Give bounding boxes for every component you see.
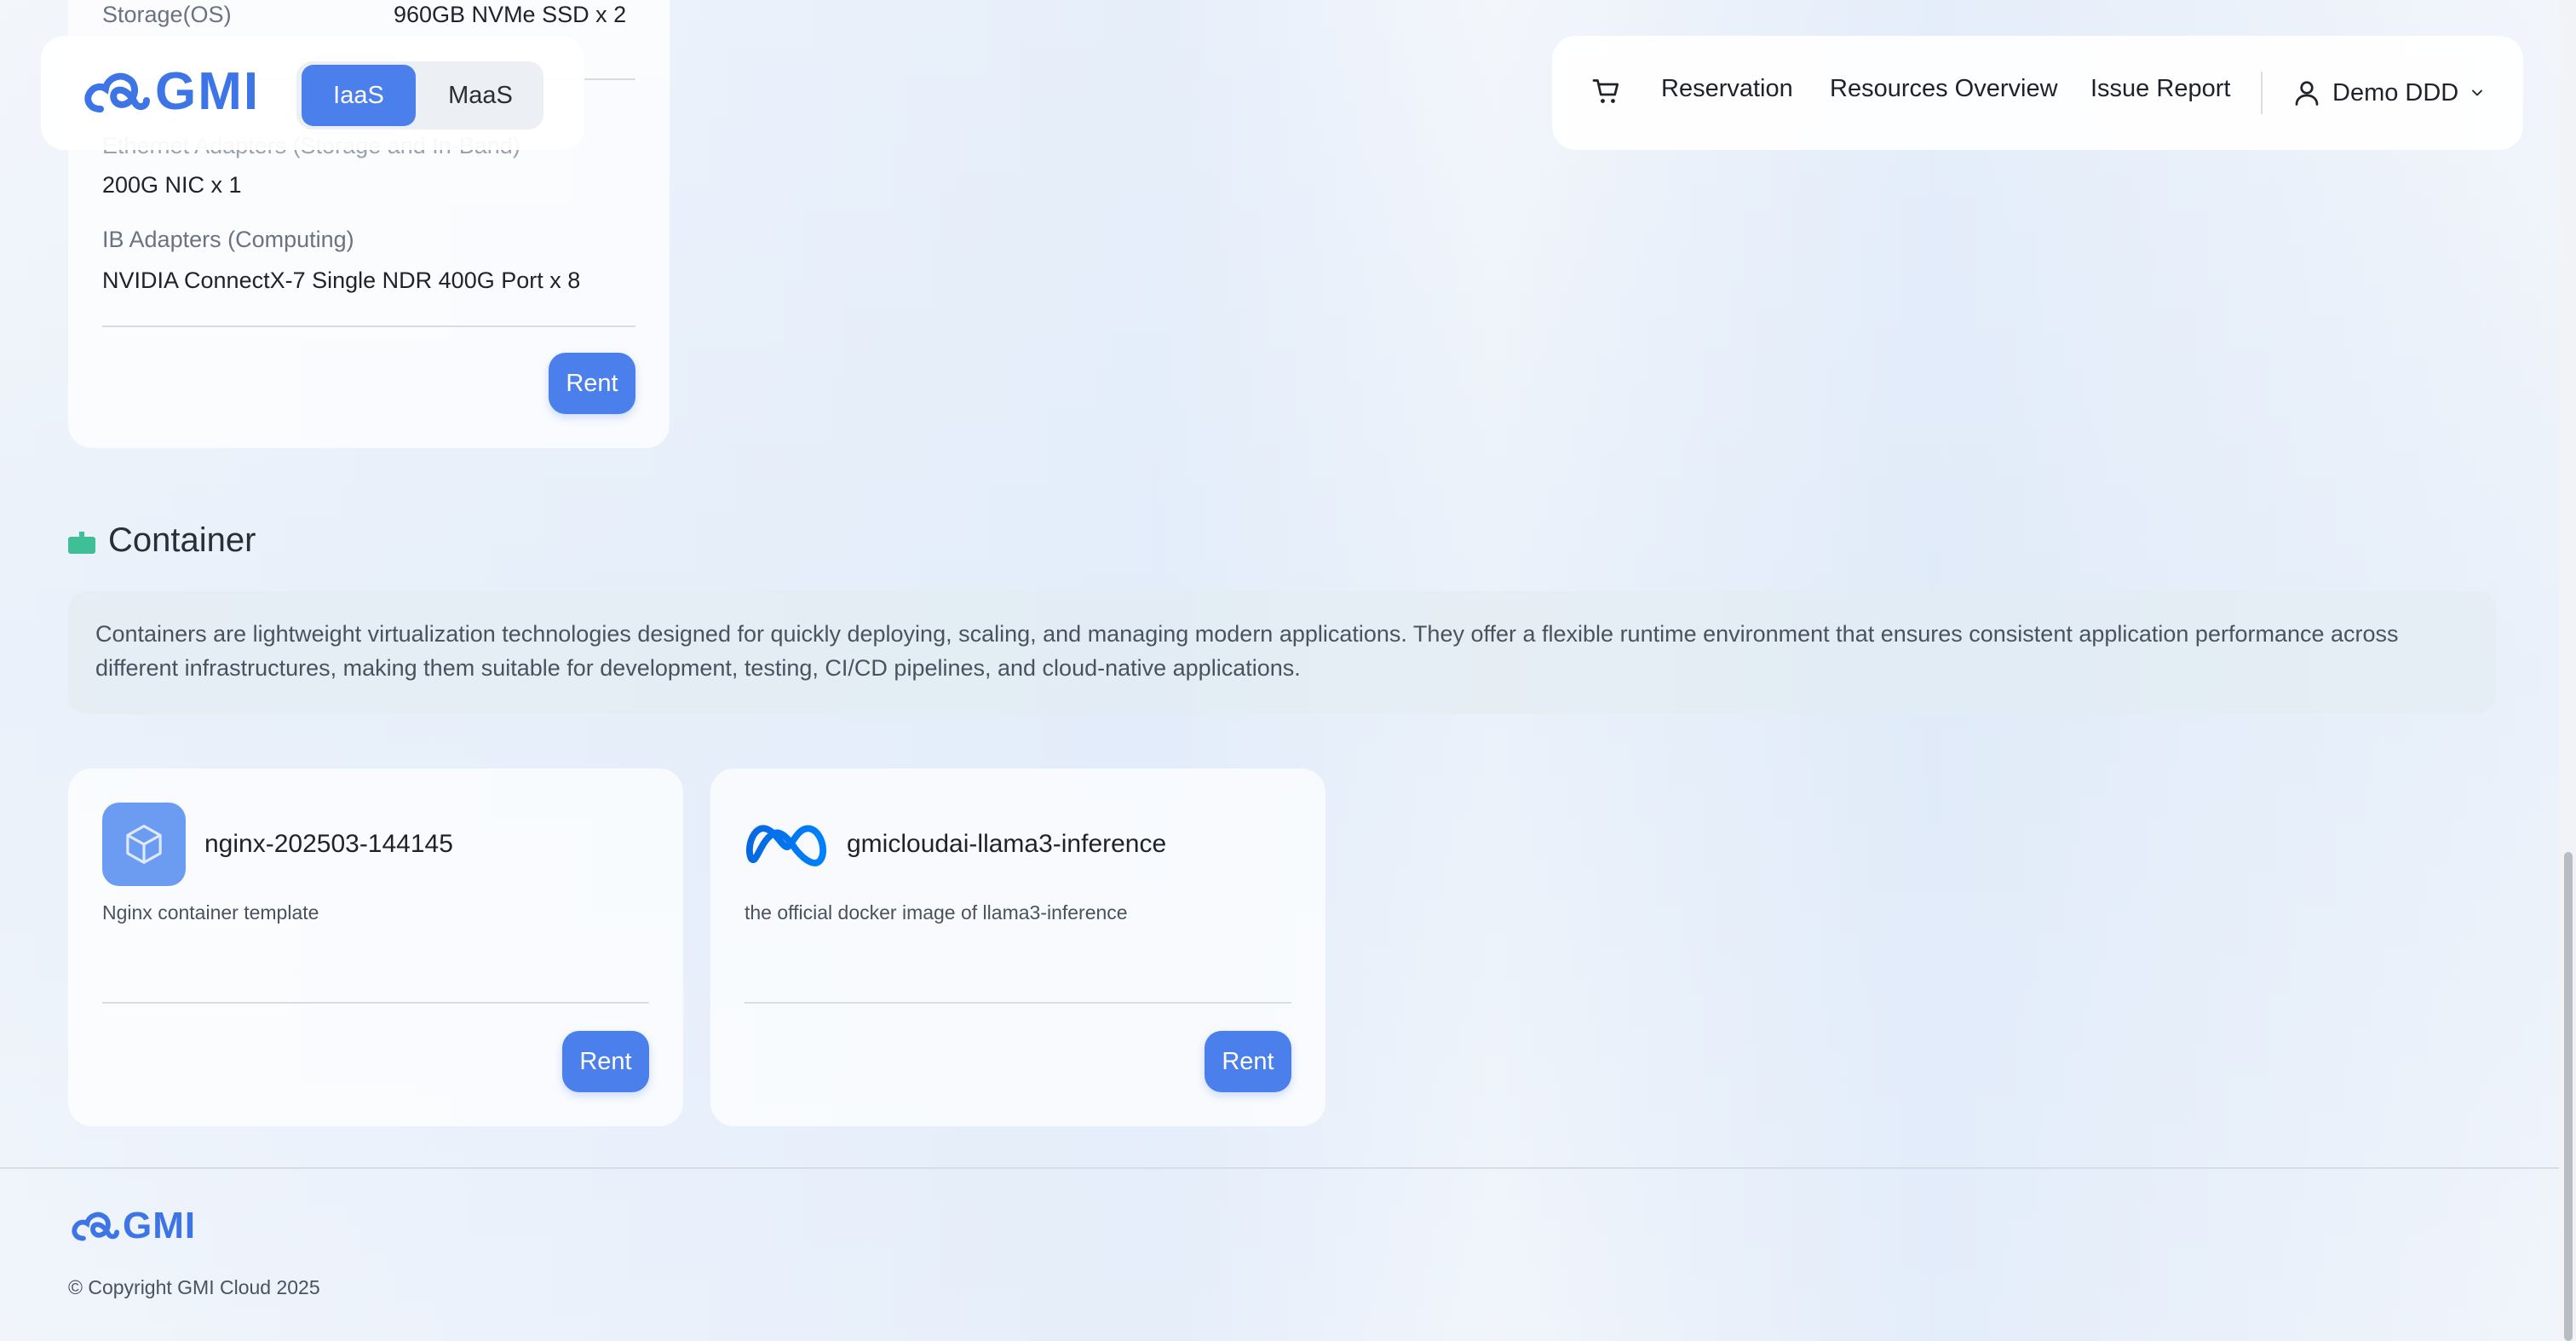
container-section-icon [68,532,95,554]
user-name: Demo DDD [2332,78,2459,106]
logo-text: GMI [155,62,261,121]
container-rent-button[interactable]: Rent [1205,1031,1291,1092]
footer-logo-text: GMI [123,1205,197,1246]
container-desc: the official docker image of llama3-infe… [745,901,1128,924]
container-name: gmicloudai-llama3-inference [847,830,1167,858]
cube-icon [102,803,186,886]
container-description: Containers are lightweight virtualizatio… [95,621,2399,681]
product-switch: IaaS MaaS [296,61,543,129]
tab-maas[interactable]: MaaS [421,65,540,126]
top-nav: Reservation Resources Overview Issue Rep… [1552,36,2523,150]
container-section-title: Container [108,521,256,559]
container-description-box: Containers are lightweight virtualizatio… [68,591,2496,714]
ib-value: NVIDIA ConnectX-7 Single NDR 400G Port x… [102,268,581,293]
user-icon [2295,81,2319,106]
container-desc: Nginx container template [102,901,319,924]
cloud-logo-icon [84,72,150,112]
scrollbar[interactable] [2559,0,2576,1341]
tab-iaas[interactable]: IaaS [302,65,416,126]
brand-panel: GMI IaaS MaaS [41,36,584,150]
cloud-logo-icon [72,1212,119,1241]
nav-reservation[interactable]: Reservation [1661,75,1793,103]
spec-rent-button[interactable]: Rent [549,353,635,414]
container-card-divider [745,1002,1291,1004]
nav-issue-report[interactable]: Issue Report [2090,75,2230,103]
spec-divider-bottom [102,325,635,327]
scrollbar-thumb[interactable] [2564,852,2573,1341]
storage-value: 960GB NVMe SSD x 2 [394,2,627,27]
container-rent-button[interactable]: Rent [562,1031,649,1092]
container-card-nginx: nginx-202503-144145 Nginx container temp… [68,768,683,1126]
meta-logo-icon [745,825,827,866]
container-card-llama3: gmicloudai-llama3-inference the official… [710,768,1325,1126]
nav-separator [2261,72,2263,114]
ib-label: IB Adapters (Computing) [102,227,354,252]
copyright-text: © Copyright GMI Cloud 2025 [68,1276,320,1298]
gmi-logo[interactable]: GMI [82,61,260,122]
footer-divider [0,1167,2559,1169]
footer-logo[interactable]: GMI [70,1205,196,1247]
ethernet-value: 200G NIC x 1 [102,172,242,198]
container-card-divider [102,1002,649,1004]
nav-resources-overview[interactable]: Resources Overview [1830,75,2058,103]
chevron-down-icon [2472,89,2483,96]
user-menu[interactable]: Demo DDD [2291,70,2486,116]
cart-icon[interactable] [1591,77,1622,107]
container-name: nginx-202503-144145 [204,830,453,858]
storage-label: Storage(OS) [102,2,232,27]
